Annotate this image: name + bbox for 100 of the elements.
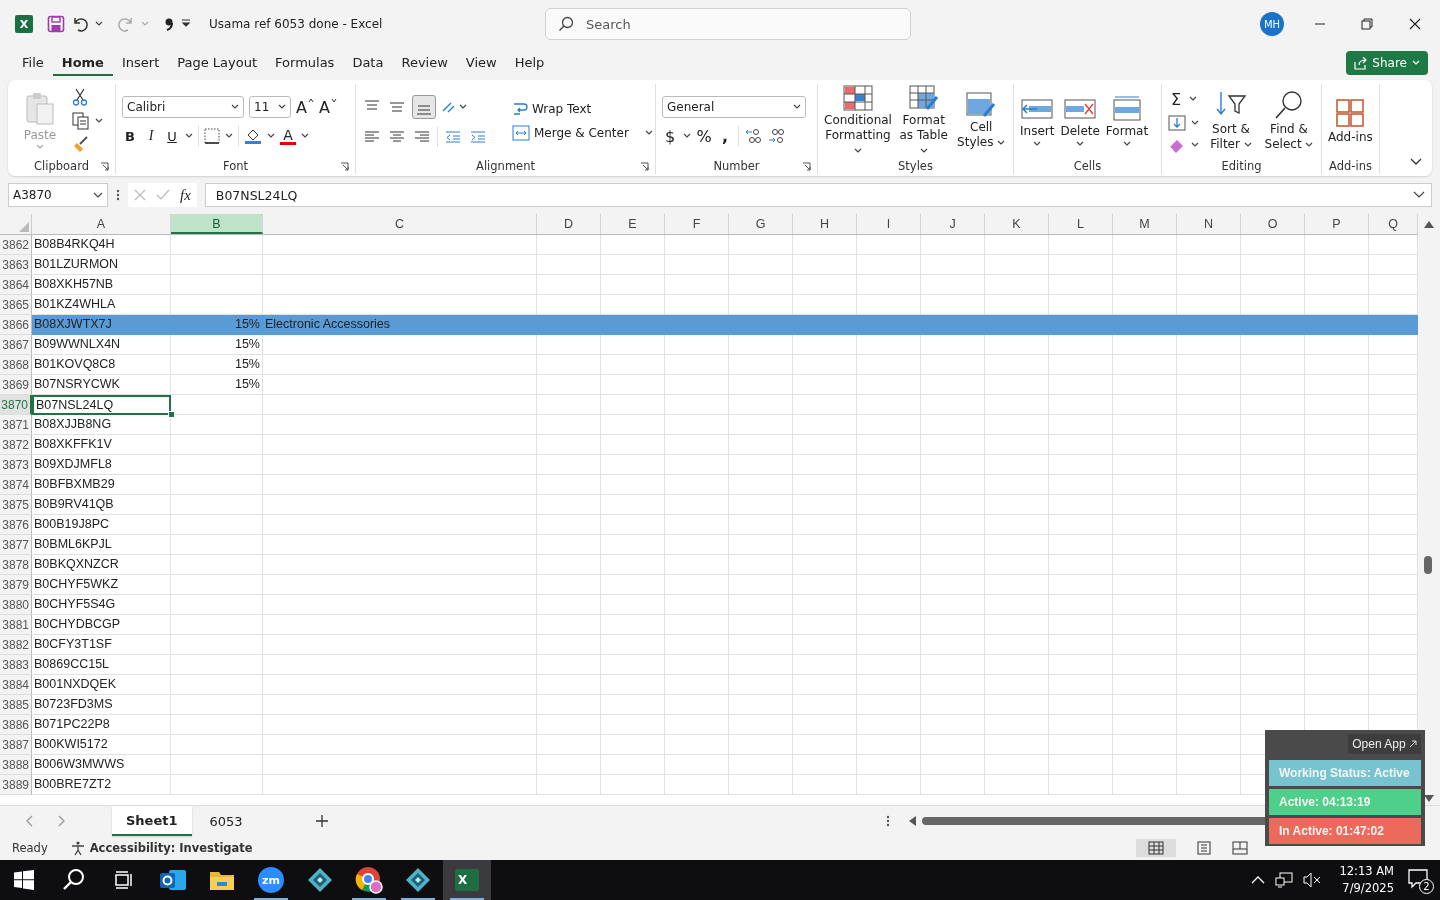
comma-style-button[interactable]: , (717, 126, 733, 146)
decrease-font-button[interactable]: A (318, 97, 337, 117)
close-icon[interactable] (1409, 18, 1421, 30)
increase-font-button[interactable]: A (296, 97, 314, 117)
autosum-button[interactable]: Σ (1168, 89, 1184, 109)
row-header[interactable]: 3884 (0, 675, 32, 695)
column-header[interactable]: P (1305, 214, 1369, 234)
table-cell[interactable]: 15% (171, 355, 263, 375)
row-header[interactable]: 3885 (0, 695, 32, 715)
name-box[interactable]: A3870 (8, 183, 108, 207)
table-cell[interactable]: B09WWNLX4N (32, 335, 171, 355)
ribbon-tab[interactable]: Insert (112, 50, 169, 76)
taskbar-app[interactable]: X (443, 860, 491, 900)
table-cell[interactable]: B00BRE7ZT2 (32, 775, 171, 795)
account-avatar[interactable]: MH (1260, 12, 1284, 36)
save-icon[interactable] (47, 15, 65, 33)
ribbon-tab[interactable]: Data (343, 50, 393, 76)
style-button[interactable]: Cell Styles (955, 92, 1007, 150)
search-icon[interactable] (62, 868, 86, 892)
column-header[interactable]: N (1177, 214, 1241, 234)
ribbon-tab[interactable]: Formulas (266, 50, 344, 76)
table-cell[interactable]: B08XKFFK1V (32, 435, 171, 455)
column-header[interactable]: M (1113, 214, 1177, 234)
style-button[interactable]: Format as Table (897, 84, 950, 158)
share-button[interactable]: Share (1346, 51, 1428, 75)
column-header[interactable]: D (537, 214, 601, 234)
undo-icon[interactable] (71, 15, 89, 33)
merge-center-button[interactable]: Merge & Center (512, 125, 653, 141)
wrap-text-button[interactable]: Wrap Text (512, 101, 592, 117)
table-cell[interactable]: B0CFY3T1SF (32, 635, 171, 655)
row-header[interactable]: 3867 (0, 335, 32, 355)
dialog-launcher-icon[interactable] (640, 161, 649, 171)
row-header[interactable]: 3862 (0, 235, 32, 255)
currency-button[interactable]: $ (662, 126, 678, 146)
decrease-decimal-icon[interactable] (767, 128, 785, 144)
scroll-up-icon[interactable] (1424, 220, 1434, 228)
ribbon-tab[interactable]: Home (52, 50, 113, 76)
table-cell[interactable]: B00B19J8PC (32, 515, 171, 535)
caret-icon[interactable] (95, 118, 103, 124)
search-field[interactable]: Search (545, 8, 911, 40)
font-size-field[interactable]: 11 (249, 96, 291, 118)
bold-button[interactable]: B (122, 128, 138, 144)
caret-icon[interactable] (683, 133, 691, 139)
more-icon[interactable] (886, 815, 890, 827)
column-header[interactable]: G (729, 214, 793, 234)
table-cell[interactable]: B071PC22P8 (32, 715, 171, 735)
ribbon-tab[interactable]: Page Layout (168, 50, 267, 76)
table-cell[interactable]: B08XJJB8NG (32, 415, 171, 435)
clock-time[interactable]: 12:13 AM (1339, 863, 1394, 880)
collapse-ribbon-icon[interactable] (1410, 158, 1422, 166)
table-cell[interactable]: B08B4RKQ4H (32, 235, 171, 255)
touch-mode-icon[interactable] (163, 16, 175, 32)
table-cell[interactable]: B0CHYDBCGP (32, 615, 171, 635)
column-header[interactable]: O (1241, 214, 1305, 234)
fill-color-icon[interactable] (244, 127, 262, 145)
row-header[interactable]: 3877 (0, 535, 32, 555)
redo-icon[interactable] (117, 15, 135, 33)
dialog-launcher-icon[interactable] (100, 161, 109, 171)
font-name-field[interactable]: Calibri (122, 96, 244, 118)
table-cell[interactable]: B0BFBXMB29 (32, 475, 171, 495)
caret-icon[interactable] (95, 21, 103, 27)
row-header[interactable]: 3880 (0, 595, 32, 615)
table-cell[interactable]: B0CHYF5WKZ (32, 575, 171, 595)
table-cell[interactable]: B0BKQXNZCR (32, 555, 171, 575)
caret-icon[interactable] (1191, 119, 1199, 126)
caret-icon[interactable] (185, 133, 193, 139)
ribbon-tab[interactable]: View (456, 50, 506, 76)
caret-icon[interactable] (301, 133, 309, 139)
row-header[interactable]: 3874 (0, 475, 32, 495)
cut-icon[interactable] (72, 88, 88, 106)
restore-icon[interactable] (1361, 18, 1373, 30)
row-header[interactable]: 3871 (0, 415, 32, 435)
borders-icon[interactable] (204, 128, 220, 144)
ribbon-tab[interactable]: Review (392, 50, 457, 76)
check-icon[interactable] (156, 189, 170, 201)
copy-icon[interactable] (72, 112, 90, 130)
page-layout-view-icon[interactable] (1196, 841, 1212, 855)
scroll-thumb[interactable] (1424, 556, 1432, 574)
more-icon[interactable] (116, 189, 120, 201)
task-view-icon[interactable] (114, 870, 134, 890)
cancel-icon[interactable] (134, 189, 146, 201)
editing-button[interactable]: Sort & Filter (1205, 90, 1257, 152)
table-cell[interactable]: B0CHYF5S4G (32, 595, 171, 615)
table-cell[interactable]: B09XDJMFL8 (32, 455, 171, 475)
table-cell[interactable]: B00KWI5172 (32, 735, 171, 755)
caret-icon[interactable] (225, 133, 233, 139)
font-color-button[interactable]: A (280, 127, 296, 145)
accessibility-button[interactable]: Accessibility: Investigate (69, 840, 253, 856)
row-header[interactable]: 3863 (0, 255, 32, 275)
sheet-tab[interactable]: Sheet1 (112, 806, 192, 836)
row-header[interactable]: 3872 (0, 435, 32, 455)
column-header[interactable]: I (857, 214, 921, 234)
ribbon-tab[interactable]: File (13, 50, 53, 76)
table-cell[interactable]: B001NXDQEK (32, 675, 171, 695)
ribbon-tab[interactable]: Help (505, 50, 554, 76)
row-header[interactable]: 3865 (0, 295, 32, 315)
fill-handle[interactable] (168, 411, 175, 418)
dialog-launcher-icon[interactable] (340, 161, 349, 171)
column-header[interactable]: J (921, 214, 985, 234)
row-header[interactable]: 3869 (0, 375, 32, 395)
